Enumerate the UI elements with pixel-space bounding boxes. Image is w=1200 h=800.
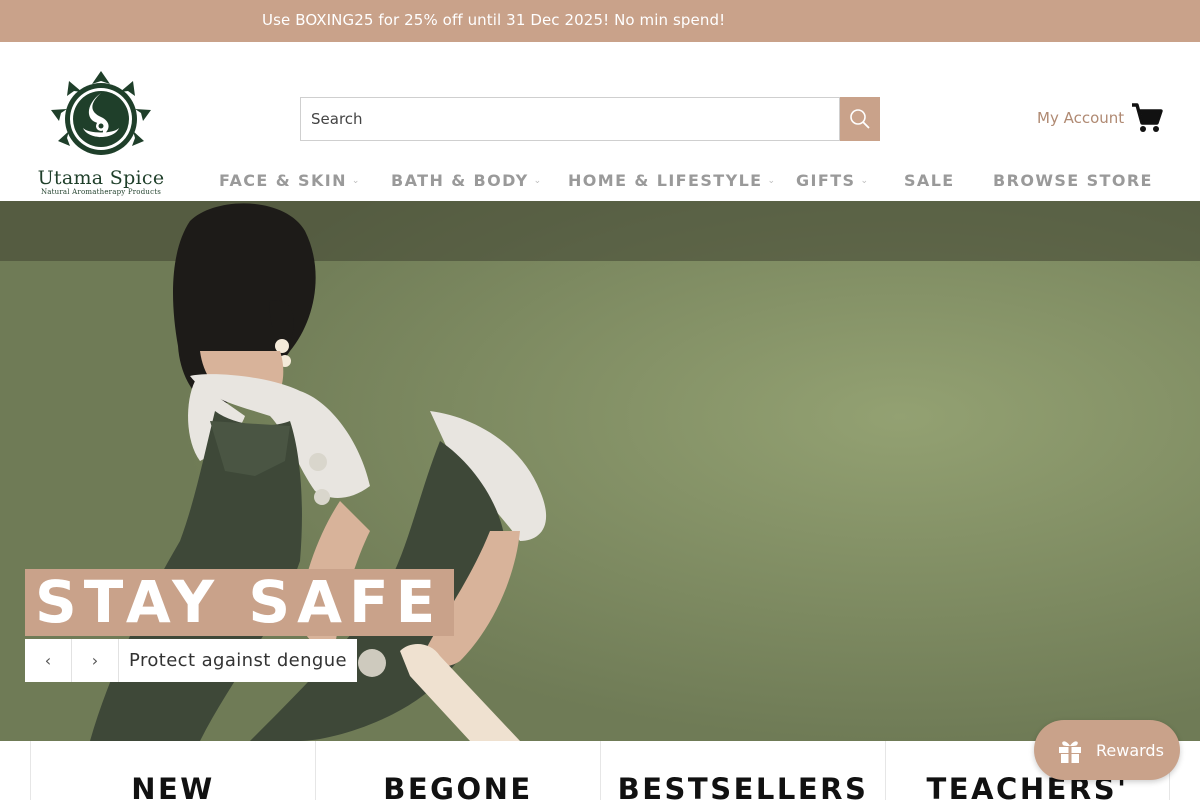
nav-item-bath-body[interactable]: BATH & BODY ⌄	[391, 171, 543, 190]
nav-item-sale[interactable]: SALE	[904, 171, 955, 190]
nav-item-browse-store[interactable]: BROWSE STORE	[993, 171, 1153, 190]
nav-item-face-skin[interactable]: FACE & SKIN ⌄	[219, 171, 361, 190]
collection-new[interactable]: NEW	[30, 741, 315, 800]
nav-item-label: SALE	[904, 171, 955, 190]
nav-item-gifts[interactable]: GIFTS ⌄	[796, 171, 869, 190]
search-icon	[850, 109, 870, 129]
nav-item-label: HOME & LIFESTYLE	[568, 171, 763, 190]
chevron-left-icon: ‹	[44, 651, 52, 670]
slide-next-button[interactable]: ›	[72, 639, 119, 682]
announcement-bar: Use BOXING25 for 25% off until 31 Dec 20…	[0, 0, 1200, 42]
main-nav: FACE & SKIN ⌄ BATH & BODY ⌄ HOME & LIFES…	[0, 167, 1200, 197]
gift-icon	[1059, 741, 1081, 763]
nav-item-home-lifestyle[interactable]: HOME & LIFESTYLE ⌄	[568, 171, 776, 190]
hero-controls: ‹ › Protect against dengue	[25, 639, 358, 682]
cart-icon[interactable]	[1128, 100, 1164, 136]
nav-item-label: BATH & BODY	[391, 171, 529, 190]
chevron-down-icon: ⌄	[351, 175, 361, 186]
nav-item-label: GIFTS	[796, 171, 856, 190]
chevron-down-icon: ⌄	[533, 175, 543, 186]
search-input[interactable]	[300, 97, 840, 141]
collection-links: NEW BEGONE BESTSELLERS TEACHERS'	[30, 741, 1170, 800]
slide-prev-button[interactable]: ‹	[25, 639, 72, 682]
chevron-down-icon: ⌄	[860, 175, 870, 186]
search-button[interactable]	[840, 97, 880, 141]
chevron-down-icon: ⌄	[767, 175, 777, 186]
collection-bestsellers[interactable]: BESTSELLERS	[600, 741, 885, 800]
hero-title: STAY SAFE	[25, 569, 455, 636]
rewards-button[interactable]: Rewards	[1034, 720, 1180, 780]
hero-subtitle[interactable]: Protect against dengue	[119, 639, 358, 682]
lotus-logo-icon	[51, 71, 151, 155]
announcement-text: Use BOXING25 for 25% off until 31 Dec 20…	[262, 11, 726, 29]
hero-slideshow[interactable]: STAY SAFE ‹ › Protect against dengue	[0, 201, 1200, 741]
nav-item-label: FACE & SKIN	[219, 171, 347, 190]
my-account-link[interactable]: My Account	[1037, 109, 1124, 127]
site-header: Utama Spice Natural Aromatherapy Product…	[0, 42, 1200, 201]
nav-item-label: BROWSE STORE	[993, 171, 1153, 190]
collection-begone[interactable]: BEGONE	[315, 741, 600, 800]
rewards-label: Rewards	[1096, 740, 1164, 760]
chevron-right-icon: ›	[91, 651, 99, 670]
